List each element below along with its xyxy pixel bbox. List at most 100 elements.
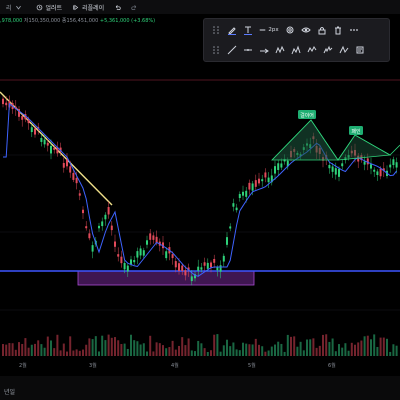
pattern-triangle-2 [337,134,392,161]
tool-pattern[interactable] [288,43,304,57]
candle [248,182,251,190]
volume-bar [229,346,232,356]
volume-bar [302,350,305,356]
candle [2,98,4,105]
volume-bar [206,351,209,356]
volume-bar [59,350,62,356]
volume-bar [306,339,308,356]
tool-ray[interactable] [256,43,272,57]
volume-bars [2,334,398,356]
eye-icon [301,27,311,33]
candle [274,166,276,174]
volume-bar [299,341,302,356]
candle [66,159,68,167]
redo-button[interactable] [131,4,138,11]
volume-bar [318,345,321,356]
delete-button[interactable] [330,23,346,37]
volume-bar [139,344,142,356]
settings-button[interactable] [282,23,298,37]
volume-bar [40,344,43,356]
candle [267,177,270,183]
pen-color-button[interactable] [224,23,240,37]
volume-bar [251,344,254,356]
tool-harmonic[interactable] [336,43,352,57]
undo-icon [116,4,121,10]
tool-trendline[interactable] [224,43,240,57]
replay-button[interactable]: 리플레이 [72,3,104,12]
volume-bar [24,338,27,356]
candle [232,203,235,207]
volume-bar [14,349,17,356]
candle [242,191,244,196]
time-axis: 2월 3월 4월 5월 6월 [19,362,336,369]
trash-icon [335,26,341,35]
volume-bar [344,343,347,356]
tool-horizontal-line[interactable] [240,43,256,57]
candle [245,190,248,197]
volume-bar [110,337,113,356]
pattern-label-1-text: 걸이어 [300,112,314,119]
topbar-prefix[interactable]: 리 [0,3,22,12]
line-width-button[interactable]: 2px [256,23,282,37]
volume-bar [56,334,59,356]
candle [229,226,232,229]
volume-bar [312,338,315,356]
volume-bar [184,345,187,356]
candle [120,256,123,264]
tool-note[interactable] [352,43,368,57]
undo-button[interactable] [114,4,121,11]
candle [328,164,331,169]
volume-bar [155,342,158,356]
candle [62,162,65,168]
volume-bar [392,344,395,356]
volume-bar [283,351,286,356]
candle [264,172,267,178]
candle [104,214,107,220]
alert-button[interactable]: 얼러트 [36,3,62,12]
candle [331,166,334,172]
text-color-button[interactable] [240,23,256,37]
volume-bar [245,343,248,356]
tool-wave[interactable] [304,43,320,57]
visibility-button[interactable] [298,23,314,37]
volume-bar [168,347,171,356]
candle [72,172,75,180]
tool-elliott[interactable] [320,43,336,57]
candle [338,168,340,177]
volume-bar [325,334,328,356]
candle [107,207,110,215]
volume-bar [178,345,180,356]
month-label-apr: 4월 [171,362,179,369]
volume-bar [366,335,369,356]
candle [53,147,56,150]
candle [373,169,376,172]
volume-bar [72,350,75,356]
volume-bar [267,350,270,356]
candle [200,267,203,270]
chevron-down-icon [15,5,21,10]
ticker-value-3: 종156,451,000 [61,18,99,24]
drawing-toolbar-row-1: 2px [208,23,362,37]
lock-button[interactable] [314,23,330,37]
candle [251,183,254,191]
drag-handle[interactable] [208,23,224,37]
candle [184,270,187,276]
candle [280,163,283,168]
candlesticks [2,95,398,286]
volume-bar [120,344,123,356]
volume-bar [232,342,235,356]
more-button[interactable] [346,23,362,37]
tool-zigzag[interactable] [272,43,288,57]
drag-handle-icon [213,46,219,54]
more-icon [350,29,358,31]
alert-clock-icon [36,4,42,10]
lock-icon [318,27,326,35]
candle [379,168,382,177]
pattern-label-1: 걸이어 [298,110,316,119]
ticker-change: +5,361,000 (+3.68%) [99,18,156,24]
drag-handle-2[interactable] [208,43,224,57]
candle [261,179,264,182]
volume-bar [370,339,372,356]
price-chart[interactable]: 걸이어 패인 2월 3월 4월 5월 6월 [0,60,400,376]
month-label-may: 5월 [248,362,256,369]
